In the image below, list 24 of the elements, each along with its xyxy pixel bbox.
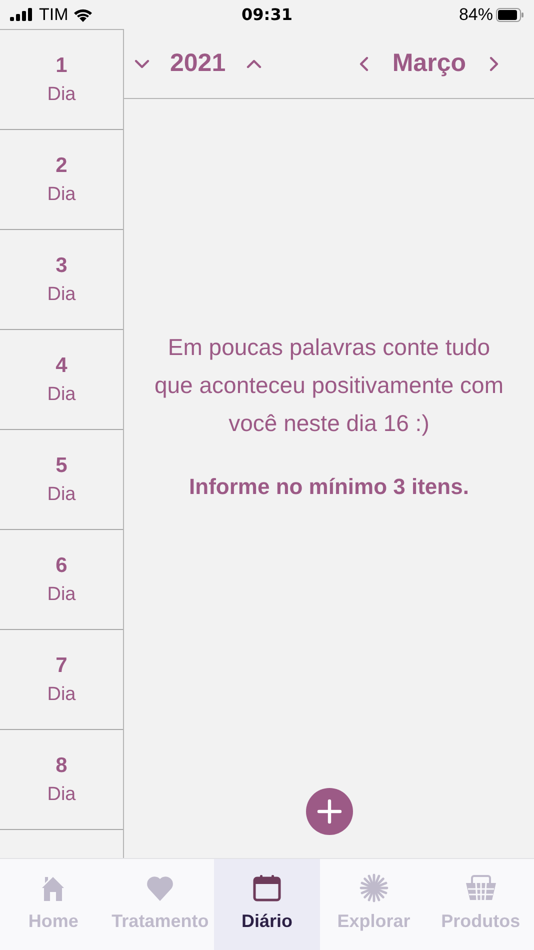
day-item[interactable]: 4 Dia [0, 330, 123, 430]
month-label: Março [392, 49, 466, 78]
basket-icon [464, 873, 497, 903]
add-button[interactable] [306, 788, 352, 835]
day-item[interactable]: 2 Dia [0, 130, 123, 230]
day-item[interactable]: 8 Dia [0, 730, 123, 830]
battery-icon [496, 8, 524, 22]
burst-icon [358, 873, 389, 903]
nav-tab[interactable]: Diário [214, 859, 320, 950]
year-label: 2021 [170, 49, 226, 78]
plus-icon [316, 799, 342, 824]
day-item[interactable]: 6 Dia [0, 530, 123, 630]
carrier-name: TIM [39, 4, 68, 24]
day-item[interactable]: 5 Dia [0, 430, 123, 530]
instruction-text: Informe no mínimo 3 itens. [189, 474, 469, 500]
battery-percent: 84% [458, 4, 493, 24]
calendar-icon [252, 873, 282, 903]
day-item[interactable]: 3 Dia [0, 230, 123, 330]
signal-icon [10, 8, 34, 21]
day-item[interactable]: 7 Dia [0, 630, 123, 730]
prompt-message: Em poucas palavras conte tudo que aconteceu positivamente com você neste dia 16 :) [154, 332, 504, 438]
wifi-icon [73, 8, 94, 22]
day-item[interactable]: 1 Dia [0, 30, 123, 130]
clock-time: 09:31 [242, 5, 292, 24]
